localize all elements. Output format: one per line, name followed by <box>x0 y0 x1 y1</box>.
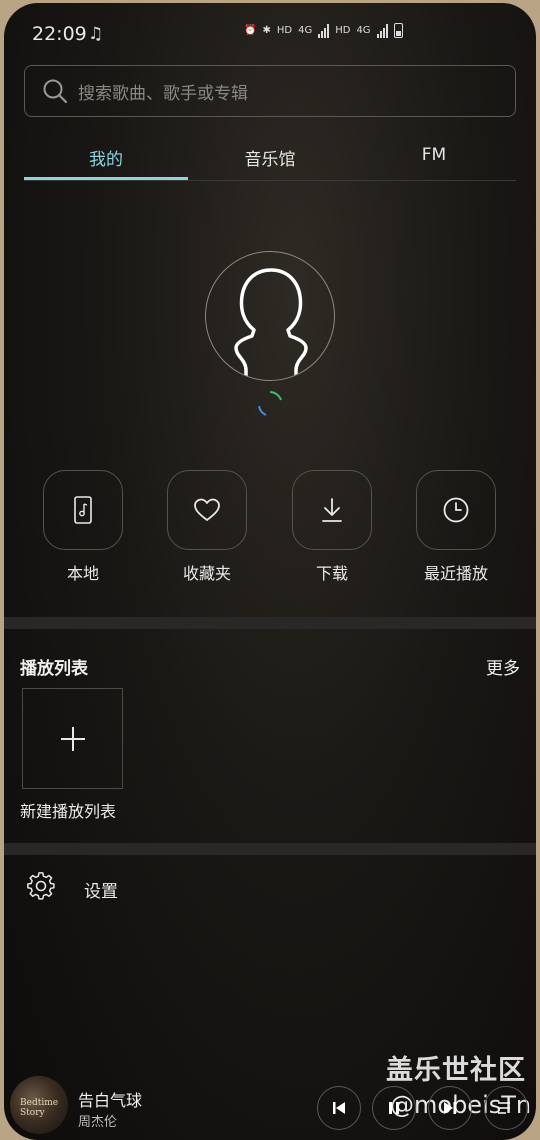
queue-icon <box>498 1102 510 1114</box>
song-title[interactable]: 告白气球 <box>78 1087 142 1111</box>
local-music-button[interactable]: 本地 <box>43 470 123 584</box>
download-box <box>292 470 372 550</box>
search-bar[interactable]: 搜索歌曲、歌手或专辑 <box>24 65 516 117</box>
tab-indicator <box>24 177 188 180</box>
album-art-text: Bedtime Story <box>20 1098 59 1118</box>
gear-icon <box>27 872 55 900</box>
recent-play-button[interactable]: 最近播放 <box>416 470 496 584</box>
bluetooth-icon: ✱ <box>262 25 271 36</box>
settings-row[interactable]: 设置 <box>4 855 536 917</box>
status-bar: 22:09 ♫ ⏰ ✱ HD 4G HD 4G <box>4 3 536 63</box>
new-playlist-label: 新建播放列表 <box>20 802 117 821</box>
recent-play-label: 最近播放 <box>423 564 488 583</box>
favorites-label: 收藏夹 <box>182 564 231 583</box>
pause-icon <box>389 1102 399 1114</box>
status-time: 22:09 <box>32 23 87 45</box>
status-icons: ⏰ ✱ HD 4G HD 4G <box>244 23 403 38</box>
next-button[interactable] <box>428 1086 472 1130</box>
hd-label-1: HD <box>276 25 293 36</box>
tab-bar: 我的 音乐馆 FM <box>24 133 516 181</box>
recent-play-box <box>416 470 496 550</box>
album-art[interactable]: Bedtime Story <box>10 1076 68 1134</box>
music-note-icon: ♫ <box>88 24 104 44</box>
signal-icon-2 <box>376 23 388 38</box>
new-playlist-button[interactable] <box>22 688 123 789</box>
network-label-1: 4G <box>298 25 313 36</box>
download-button[interactable]: 下载 <box>292 470 372 584</box>
play-pause-button[interactable] <box>372 1086 416 1130</box>
section-divider <box>4 617 536 629</box>
more-link[interactable]: 更多 <box>486 654 520 679</box>
clock-icon <box>443 497 469 523</box>
download-icon <box>322 498 342 522</box>
favorites-box <box>167 470 247 550</box>
alarm-icon: ⏰ <box>244 25 257 36</box>
skip-previous-icon <box>333 1102 345 1114</box>
previous-button[interactable] <box>317 1086 361 1130</box>
section-divider-2 <box>4 843 536 855</box>
user-avatar[interactable] <box>205 251 335 381</box>
playlist-section-title: 播放列表 <box>20 659 88 679</box>
signal-icon <box>318 23 330 38</box>
plus-icon <box>60 726 85 751</box>
search-placeholder: 搜索歌曲、歌手或专辑 <box>78 83 248 104</box>
local-music-label: 本地 <box>66 564 99 583</box>
search-icon <box>43 79 68 104</box>
heart-icon <box>194 498 220 521</box>
battery-icon <box>393 23 403 38</box>
tab-music-hall[interactable]: 音乐馆 <box>188 145 352 170</box>
phone-music-icon <box>74 496 92 524</box>
loading-spinner-icon <box>258 391 282 416</box>
local-music-box <box>43 470 123 550</box>
hd-label-2: HD <box>335 25 351 36</box>
network-label-2: 4G <box>356 25 371 36</box>
favorites-button[interactable]: 收藏夹 <box>167 470 247 584</box>
skip-next-icon <box>444 1102 456 1114</box>
default-user-icon <box>234 268 308 380</box>
app-screen: 22:09 ♫ ⏰ ✱ HD 4G HD 4G 搜索歌曲、歌手或专辑 我的 音乐… <box>4 3 536 1140</box>
tab-mine[interactable]: 我的 <box>24 145 188 170</box>
tab-fm[interactable]: FM <box>352 145 516 165</box>
playlist-queue-button[interactable] <box>484 1086 528 1130</box>
artist-name: 周杰伦 <box>78 1115 118 1130</box>
download-label: 下载 <box>315 564 348 583</box>
watermark-text: 盖乐世社区 <box>386 1055 526 1086</box>
settings-label: 设置 <box>84 882 118 902</box>
